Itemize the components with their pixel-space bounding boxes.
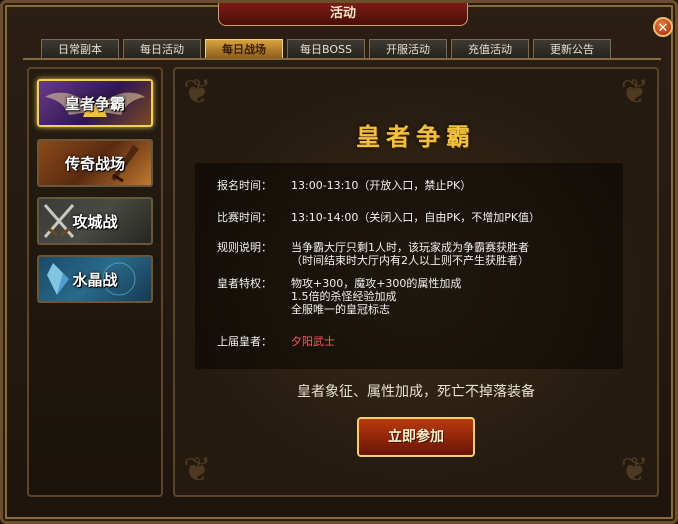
sidebar-item-king-contest[interactable]: 皇者争霸 — [37, 79, 153, 127]
close-icon[interactable]: ✕ — [653, 17, 673, 37]
info-label: 皇者特权： — [217, 277, 272, 290]
sidebar-item-crystal-war[interactable]: 水晶战 — [37, 255, 153, 303]
info-value: 13:00-13:10（开放入口，禁止PK） — [291, 179, 472, 192]
tab-server-open-event[interactable]: 开服活动 — [369, 39, 447, 59]
previous-king-name: 夕阳武士 — [291, 335, 335, 348]
sidebar-item-label: 攻城战 — [72, 212, 118, 231]
info-label: 规则说明： — [217, 241, 272, 254]
info-label: 报名时间： — [217, 179, 272, 192]
window-title: 活动 — [218, 3, 468, 26]
activity-window: 活动 ✕ 日常副本 每日活动 每日战场 每日BOSS 开服活动 充值活动 更新公… — [0, 0, 678, 524]
tab-daily-battlefield[interactable]: 每日战场 — [205, 39, 283, 59]
join-now-button[interactable]: 立即参加 — [357, 417, 475, 457]
sidebar-item-legend-battlefield[interactable]: 传奇战场 — [37, 139, 153, 187]
tab-daily-boss[interactable]: 每日BOSS — [287, 39, 365, 59]
info-value: 1.5倍的杀怪经验加成 — [291, 290, 397, 303]
tab-recharge-event[interactable]: 充值活动 — [451, 39, 529, 59]
info-row-signup: 报名时间： 13:00-13:10（开放入口，禁止PK） — [217, 179, 617, 193]
tab-update-notice[interactable]: 更新公告 — [533, 39, 611, 59]
ornament-icon: ❦ — [183, 72, 212, 112]
sidebar-item-siege-war[interactable]: 攻城战 — [37, 197, 153, 245]
info-value: （时间结束时大厅内有2人以上则不产生获胜者） — [291, 254, 529, 267]
sidebar-item-label: 皇者争霸 — [64, 94, 125, 113]
info-value: 13:10-14:00（关闭入口，自由PK，不增加PK值） — [291, 211, 541, 224]
info-row-rules: 规则说明： 当争霸大厅只剩1人时，该玩家成为争霸赛获胜者 （时间结束时大厅内有2… — [217, 241, 617, 269]
info-row-match: 比赛时间： 13:10-14:00（关闭入口，自由PK，不增加PK值） — [217, 211, 617, 225]
ornament-icon: ❦ — [620, 450, 650, 490]
battlefield-list: 皇者争霸 传奇战场 攻城战 水晶战 — [27, 67, 163, 497]
ornament-icon: ❦ — [183, 450, 212, 490]
tab-divider — [23, 58, 661, 60]
info-value: 全服唯一的皇冠标志 — [291, 303, 390, 316]
info-value: 当争霸大厅只剩1人时，该玩家成为争霸赛获胜者 — [291, 241, 529, 254]
tab-daily-activity[interactable]: 每日活动 — [123, 39, 201, 59]
event-detail-panel: ❦ ❦ ❦ ❦ 皇者争霸 报名时间： 13:00-13:10（开放入口，禁止PK… — [173, 67, 659, 497]
info-label: 上届皇者： — [217, 335, 272, 348]
tab-daily-dungeon[interactable]: 日常副本 — [41, 39, 119, 59]
sidebar-item-label: 水晶战 — [72, 270, 118, 289]
ornament-icon: ❦ — [620, 72, 650, 112]
event-slogan: 皇者象征、属性加成，死亡不掉落装备 — [297, 384, 535, 400]
page-title: 皇者争霸 — [356, 123, 476, 151]
sidebar-item-label: 传奇战场 — [64, 154, 125, 173]
event-info: 报名时间： 13:00-13:10（开放入口，禁止PK） 比赛时间： 13:10… — [195, 163, 623, 369]
info-row-privileges: 皇者特权： 物攻+300，魔攻+300的属性加成 1.5倍的杀怪经验加成 全服唯… — [217, 277, 617, 319]
info-label: 比赛时间： — [217, 211, 272, 224]
tab-bar: 日常副本 每日活动 每日战场 每日BOSS 开服活动 充值活动 更新公告 — [41, 39, 611, 59]
info-value: 物攻+300，魔攻+300的属性加成 — [291, 277, 462, 290]
info-row-previous-king: 上届皇者： 夕阳武士 — [217, 335, 617, 349]
